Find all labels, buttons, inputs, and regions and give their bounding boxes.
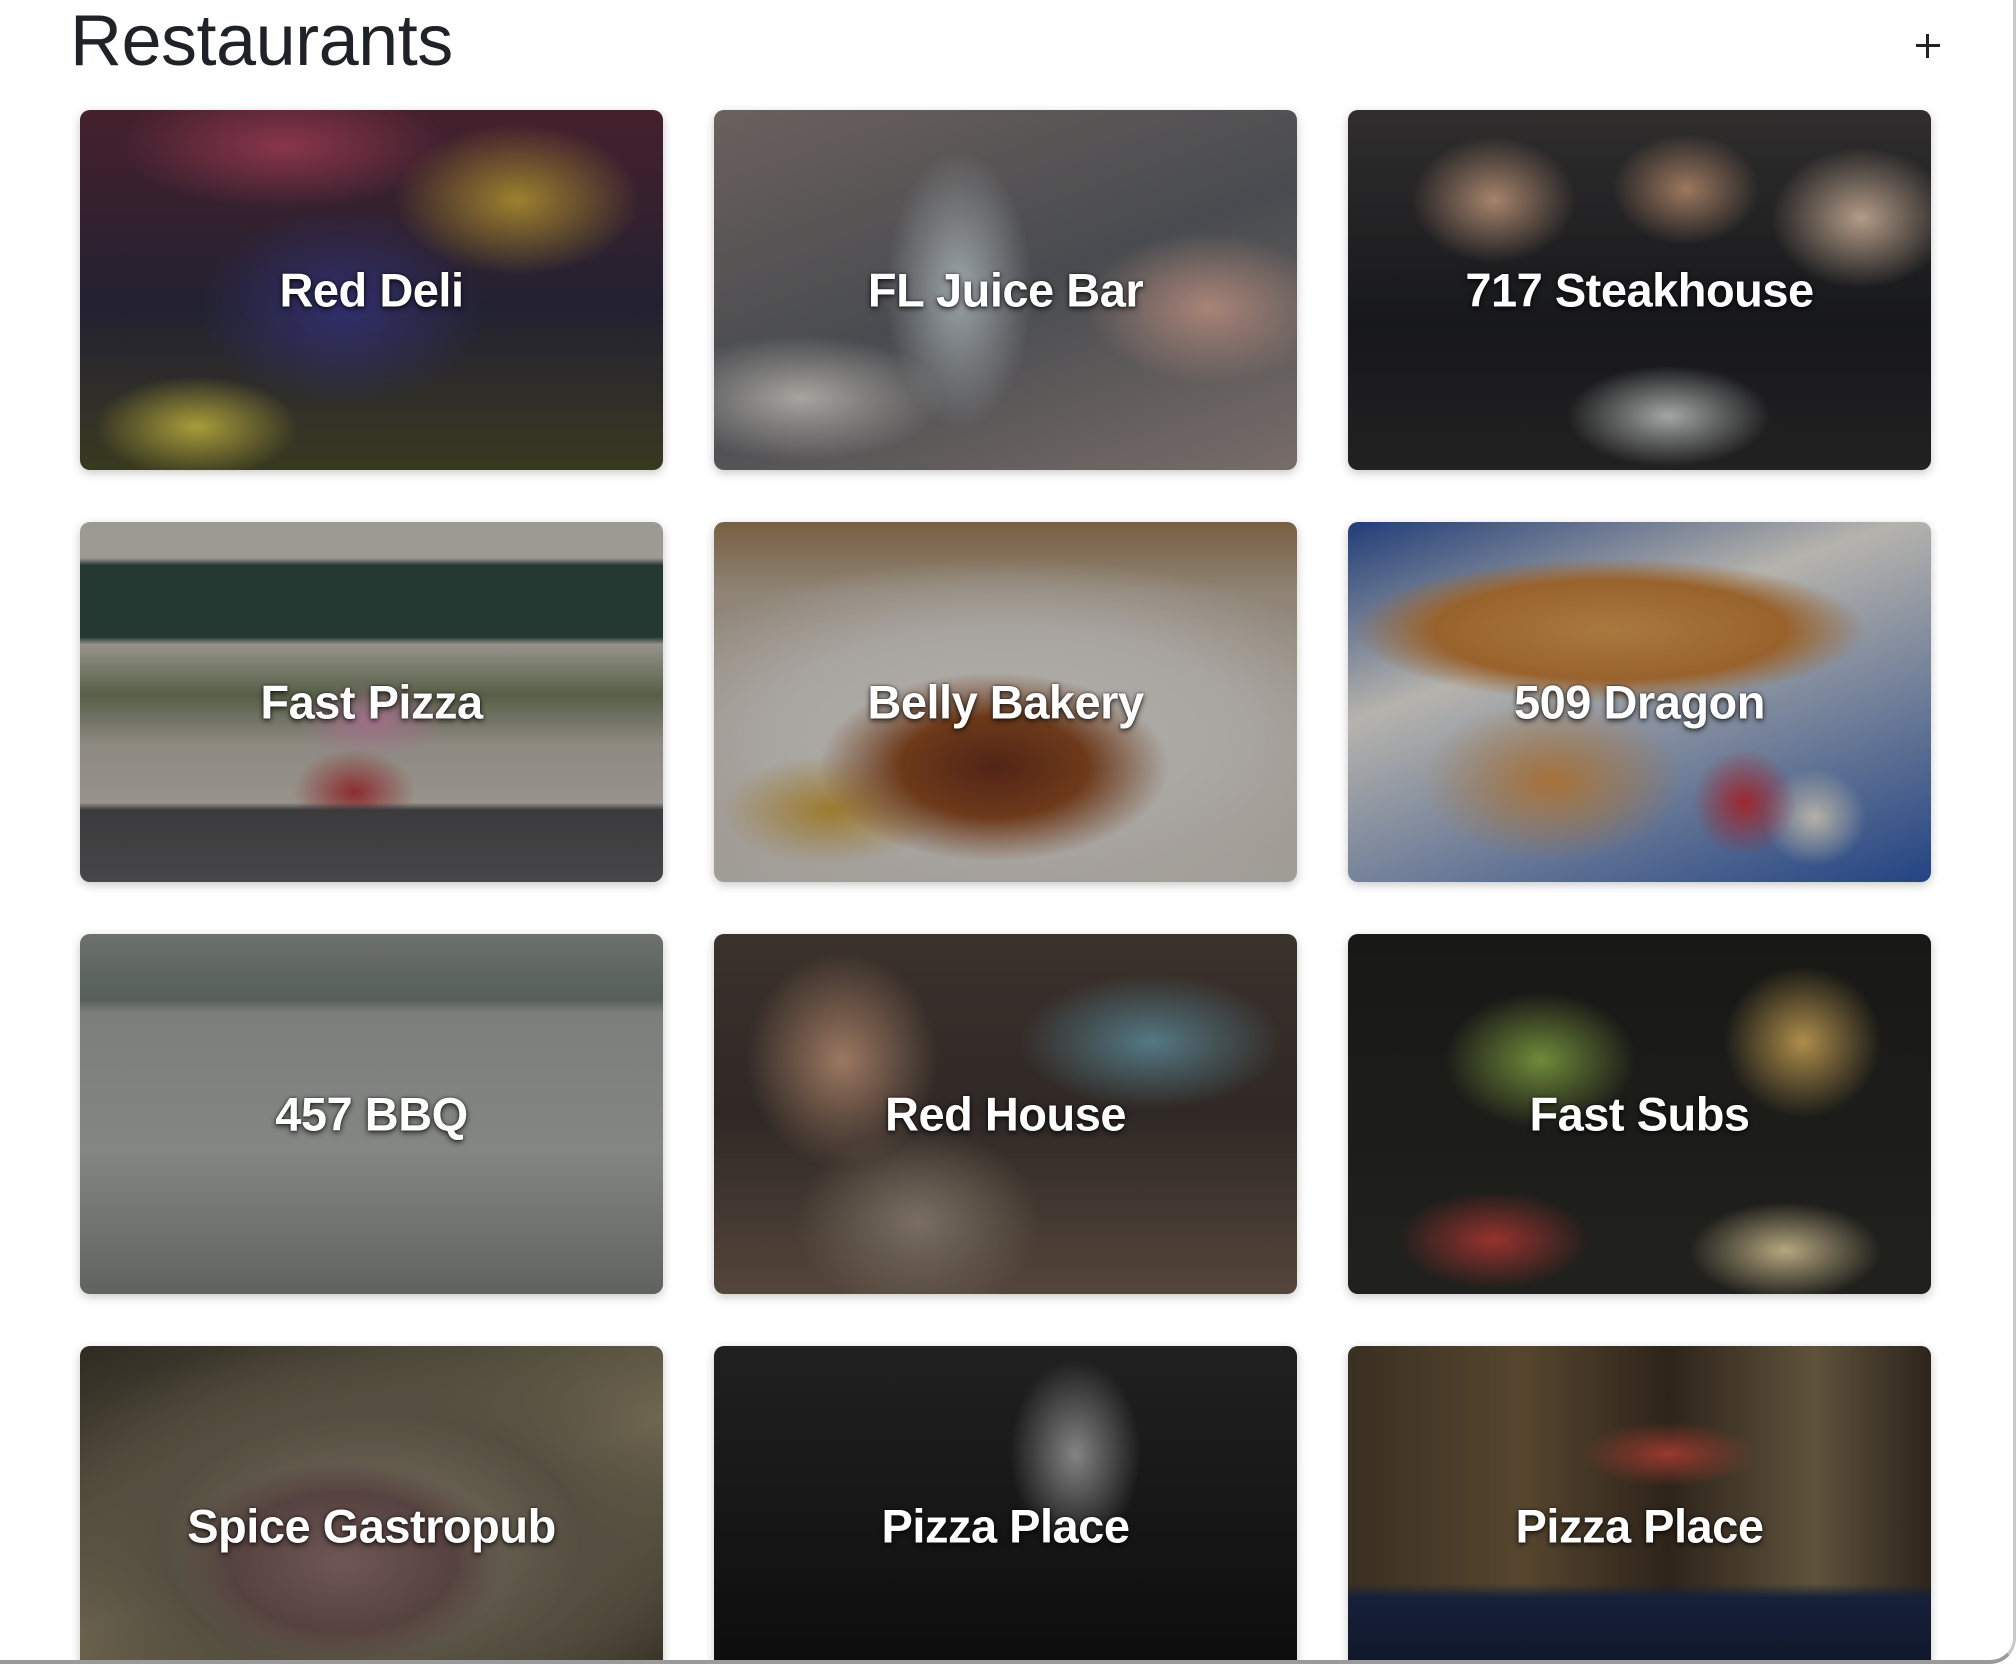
restaurant-name: Red House bbox=[885, 1087, 1127, 1141]
restaurant-name: 509 Dragon bbox=[1514, 675, 1765, 729]
restaurant-card[interactable]: Red House bbox=[714, 934, 1297, 1294]
restaurant-card[interactable]: Belly Bakery bbox=[714, 522, 1297, 882]
restaurant-name: FL Juice Bar bbox=[867, 263, 1144, 317]
restaurant-card[interactable]: 717 Steakhouse bbox=[1348, 110, 1931, 470]
restaurant-name: 457 BBQ bbox=[275, 1087, 468, 1141]
app-window: Restaurants Red Deli FL Juice Bar 717 St… bbox=[0, 0, 2016, 1664]
restaurant-name: Red Deli bbox=[279, 263, 464, 317]
restaurant-name: Belly Bakery bbox=[867, 675, 1144, 729]
restaurant-card[interactable]: Fast Subs bbox=[1348, 934, 1931, 1294]
restaurant-name: Pizza Place bbox=[881, 1499, 1130, 1553]
restaurant-name: Spice Gastropub bbox=[187, 1499, 556, 1553]
restaurant-grid: Red Deli FL Juice Bar 717 Steakhouse Fas… bbox=[80, 110, 1932, 1660]
add-restaurant-button[interactable] bbox=[1904, 22, 1950, 68]
restaurant-card[interactable]: 457 BBQ bbox=[80, 934, 663, 1294]
restaurant-name: Fast Subs bbox=[1529, 1087, 1750, 1141]
restaurant-name: Pizza Place bbox=[1515, 1499, 1764, 1553]
restaurant-card[interactable]: FL Juice Bar bbox=[714, 110, 1297, 470]
restaurant-card[interactable]: Red Deli bbox=[80, 110, 663, 470]
restaurant-card[interactable]: 509 Dragon bbox=[1348, 522, 1931, 882]
page-title: Restaurants bbox=[70, 1, 453, 81]
restaurant-card[interactable]: Pizza Place bbox=[1348, 1346, 1931, 1660]
restaurant-card[interactable]: Spice Gastropub bbox=[80, 1346, 663, 1660]
restaurant-card[interactable]: Pizza Place bbox=[714, 1346, 1297, 1660]
restaurant-name: Fast Pizza bbox=[260, 675, 483, 729]
restaurant-name: 717 Steakhouse bbox=[1465, 263, 1814, 317]
restaurant-card[interactable]: Fast Pizza bbox=[80, 522, 663, 882]
